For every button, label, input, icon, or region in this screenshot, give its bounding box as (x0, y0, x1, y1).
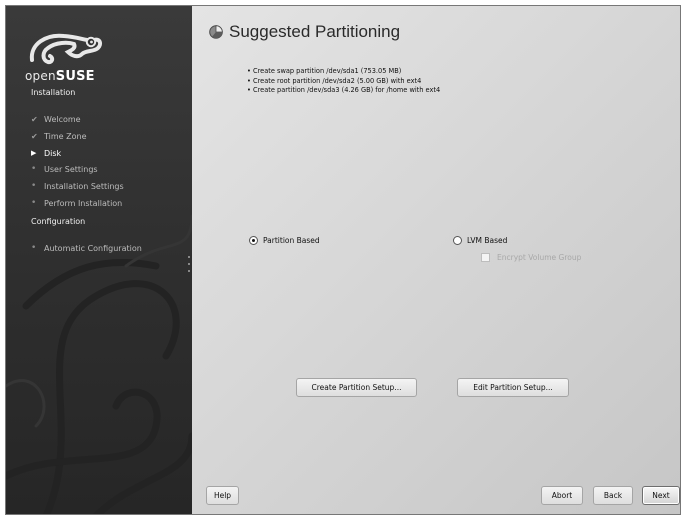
step-automatic-configuration: • Automatic Configuration (31, 242, 142, 254)
step-label: User Settings (44, 164, 98, 174)
summary-item: Create swap partition /dev/sda1 (753.05 … (247, 67, 440, 77)
step-label: Installation Settings (44, 181, 124, 191)
radio-selected-icon[interactable] (249, 236, 258, 245)
step-installation-settings: • Installation Settings (31, 180, 124, 192)
checkmark-icon: ✔ (31, 131, 38, 141)
help-button[interactable]: Help (206, 486, 239, 505)
partition-summary-list: Create swap partition /dev/sda1 (753.05 … (247, 67, 440, 96)
partition-based-label: Partition Based (263, 236, 320, 245)
lvm-based-label: LVM Based (467, 236, 508, 245)
opensuse-chameleon-logo (29, 33, 103, 65)
edit-partition-setup-button[interactable]: Edit Partition Setup... (457, 378, 569, 397)
opensuse-wordmark: openSUSE (25, 69, 95, 84)
installer-sidebar: openSUSE Installation ✔ Welcome ✔ Time Z… (6, 6, 192, 514)
step-label: Perform Installation (44, 198, 123, 208)
page-header: Suggested Partitioning (209, 22, 400, 42)
current-step-arrow-icon: ▶ (31, 149, 37, 157)
step-disk: ▶ Disk (31, 147, 61, 159)
next-button[interactable]: Next (642, 486, 680, 505)
radio-unselected-icon[interactable] (453, 236, 462, 245)
back-button[interactable]: Back (593, 486, 633, 505)
partition-pie-icon (209, 25, 223, 39)
step-label: Time Zone (44, 131, 87, 141)
main-content: Suggested Partitioning Create swap parti… (192, 6, 680, 514)
partition-based-radio[interactable]: Partition Based (249, 236, 320, 245)
abort-button[interactable]: Abort (541, 486, 583, 505)
step-perform-installation: • Perform Installation (31, 197, 122, 209)
lvm-based-radio[interactable]: LVM Based (453, 236, 507, 245)
step-welcome: ✔ Welcome (31, 113, 81, 125)
bullet-icon: • (31, 243, 37, 253)
bullet-icon: • (31, 198, 37, 208)
installer-window: openSUSE Installation ✔ Welcome ✔ Time Z… (5, 5, 681, 515)
encrypt-volume-group-checkbox: Encrypt Volume Group (481, 253, 581, 262)
summary-item: Create root partition /dev/sda2 (5.00 GB… (247, 77, 440, 87)
sidebar-resize-handle[interactable] (188, 256, 191, 280)
checkmark-icon: ✔ (31, 114, 38, 124)
checkbox-disabled-icon (481, 253, 490, 262)
create-partition-setup-button[interactable]: Create Partition Setup... (296, 378, 417, 397)
step-label: Automatic Configuration (44, 243, 142, 253)
brand-suse-text: SUSE (55, 69, 95, 84)
page-title: Suggested Partitioning (229, 22, 401, 41)
bullet-icon: • (31, 181, 37, 191)
installation-section-title: Installation (31, 88, 76, 97)
step-time-zone: ✔ Time Zone (31, 130, 87, 142)
step-label: Disk (44, 148, 62, 158)
step-label: Welcome (44, 114, 81, 124)
encrypt-volume-group-label: Encrypt Volume Group (497, 253, 582, 262)
bullet-icon: • (31, 164, 37, 174)
summary-item: Create partition /dev/sda3 (4.26 GB) for… (247, 86, 440, 96)
configuration-section-title: Configuration (31, 217, 86, 226)
step-user-settings: • User Settings (31, 163, 98, 175)
brand-open-text: open (25, 69, 56, 83)
